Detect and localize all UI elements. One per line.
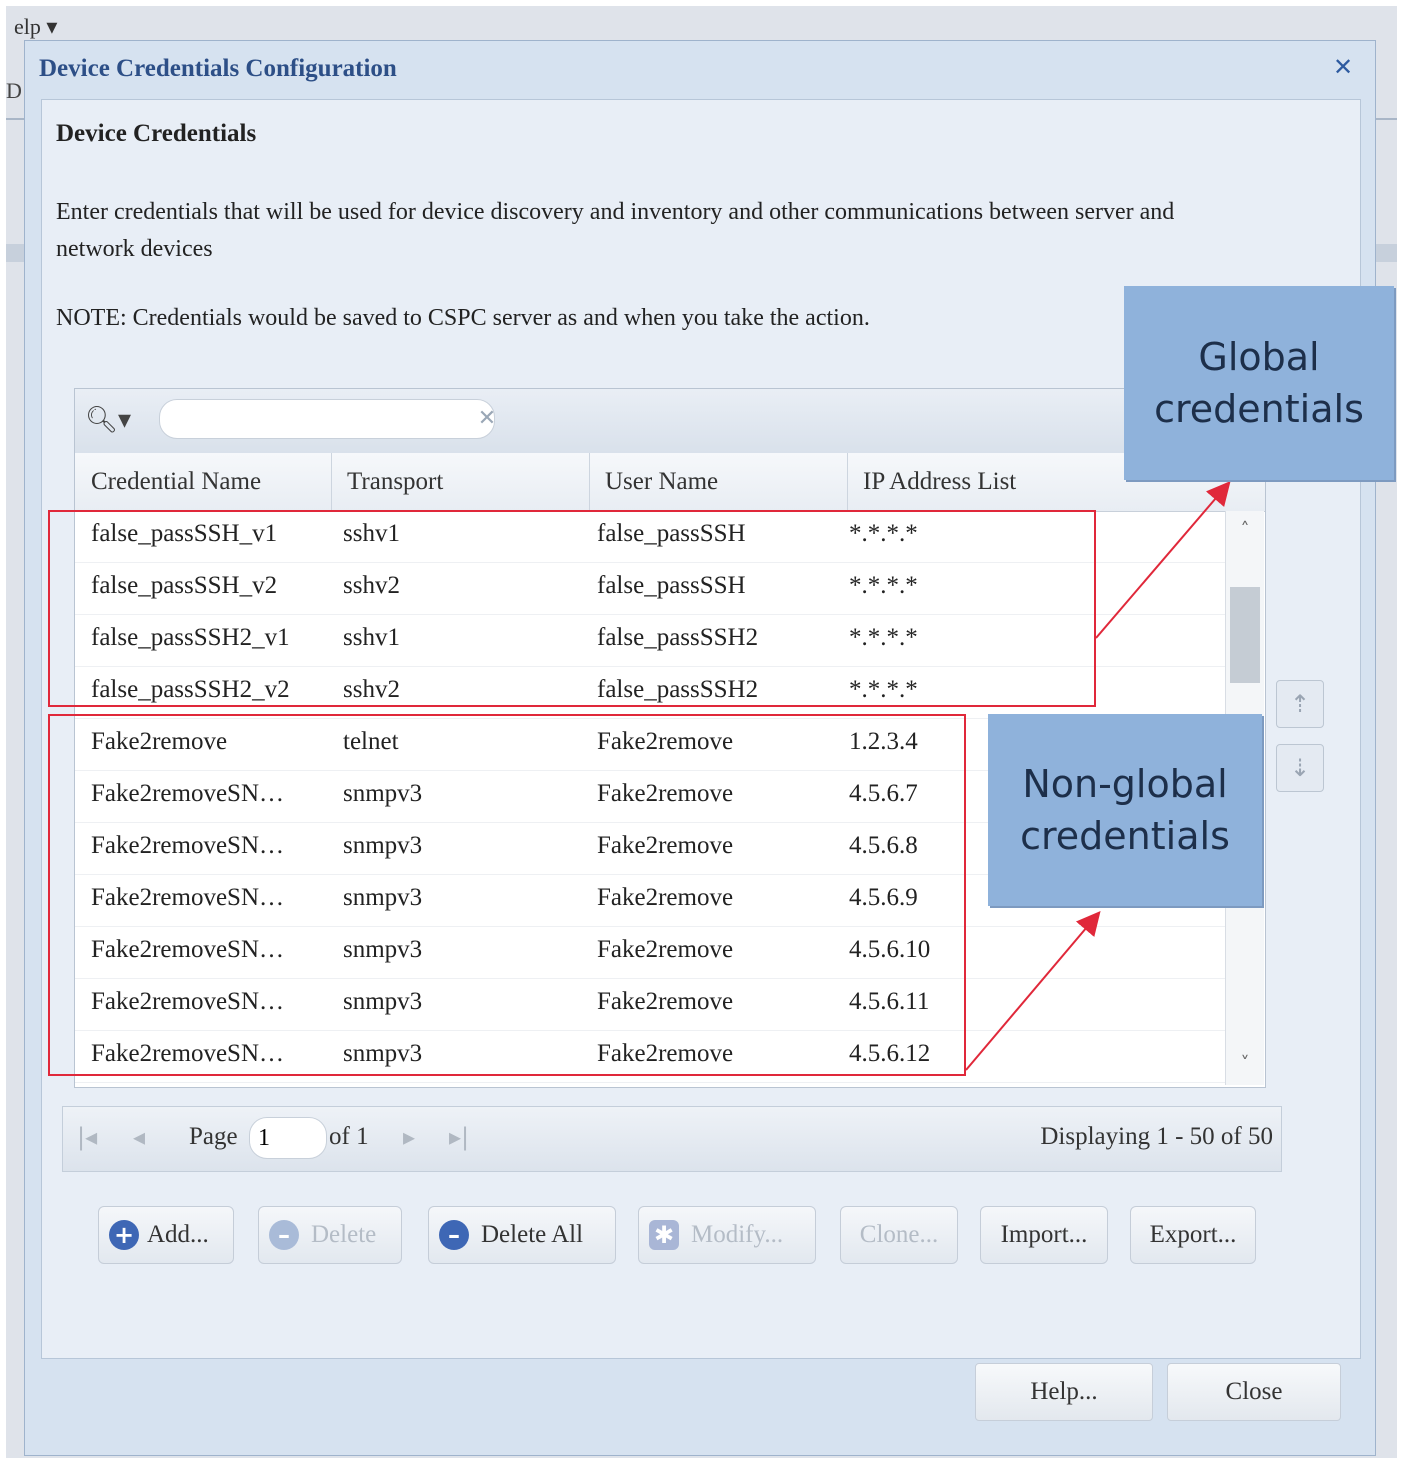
page-number-input[interactable] xyxy=(249,1117,327,1159)
pagination-bar: |◂ ◂ Page of 1 ▸ ▸| Displaying 1 - 50 of… xyxy=(62,1106,1282,1172)
search-input[interactable] xyxy=(159,399,495,439)
next-page-icon[interactable]: ▸ xyxy=(403,1123,415,1151)
minus-icon: – xyxy=(269,1220,299,1250)
grid-toolbar: 🔍︎▾ ✕ xyxy=(75,389,1265,454)
dialog-title: Device Credentials Configuration xyxy=(39,55,397,82)
first-page-icon[interactable]: |◂ xyxy=(77,1123,97,1151)
column-header-row: Credential Name Transport User Name IP A… xyxy=(75,453,1265,512)
column-header-transport[interactable]: Transport xyxy=(347,467,443,497)
help-button[interactable]: Help... xyxy=(975,1363,1153,1421)
last-page-icon[interactable]: ▸| xyxy=(449,1123,469,1151)
clear-search-icon[interactable]: ✕ xyxy=(471,403,503,435)
menu-bar: elp ▾ xyxy=(6,6,1397,40)
move-down-icon[interactable]: ⇣ xyxy=(1276,744,1324,792)
wrench-icon: ✱ xyxy=(649,1220,679,1250)
side-move-buttons: ⇡ ⇣ xyxy=(1276,680,1324,808)
column-divider[interactable] xyxy=(331,453,332,511)
modify-button[interactable]: ✱ Modify... xyxy=(638,1206,816,1264)
close-icon[interactable]: ✕ xyxy=(1329,53,1357,81)
note-text: NOTE: Credentials would be saved to CSPC… xyxy=(56,305,870,331)
search-icon[interactable]: 🔍︎▾ xyxy=(85,405,131,435)
move-up-icon[interactable]: ⇡ xyxy=(1276,680,1324,728)
page-label: Page xyxy=(189,1123,238,1150)
column-header-credential-name[interactable]: Credential Name xyxy=(91,467,261,497)
help-menu[interactable]: elp ▾ xyxy=(14,14,57,40)
displaying-count: Displaying 1 - 50 of 50 xyxy=(1040,1123,1273,1150)
description-text: Enter credentials that will be used for … xyxy=(56,199,1175,262)
import-button[interactable]: Import... xyxy=(980,1206,1108,1264)
scroll-up-icon[interactable]: ˄ xyxy=(1232,519,1258,543)
scroll-down-icon[interactable]: ˅ xyxy=(1232,1053,1258,1077)
page-count-label: of 1 xyxy=(329,1123,369,1150)
plus-icon: + xyxy=(109,1220,139,1250)
column-header-ip-address-list[interactable]: IP Address List xyxy=(863,467,1016,497)
column-divider[interactable] xyxy=(589,453,590,511)
non-global-credentials-highlight xyxy=(48,714,966,1076)
scroll-thumb[interactable] xyxy=(1230,587,1260,683)
export-button[interactable]: Export... xyxy=(1130,1206,1256,1264)
column-divider[interactable] xyxy=(847,453,848,511)
non-global-credentials-callout: Non-global credentials xyxy=(988,714,1262,906)
global-credentials-highlight xyxy=(48,510,1096,707)
clone-button[interactable]: Clone... xyxy=(840,1206,958,1264)
delete-all-button[interactable]: – Delete All xyxy=(428,1206,616,1264)
global-credentials-callout: Global credentials xyxy=(1124,286,1394,480)
previous-page-icon[interactable]: ◂ xyxy=(133,1123,145,1151)
minus-icon: – xyxy=(439,1220,469,1250)
section-title: Device Credentials xyxy=(56,120,257,147)
close-button[interactable]: Close xyxy=(1167,1363,1341,1421)
background-label: D xyxy=(6,78,22,103)
add-button[interactable]: + Add... xyxy=(98,1206,234,1264)
column-header-user-name[interactable]: User Name xyxy=(605,467,718,497)
delete-button[interactable]: – Delete xyxy=(258,1206,402,1264)
